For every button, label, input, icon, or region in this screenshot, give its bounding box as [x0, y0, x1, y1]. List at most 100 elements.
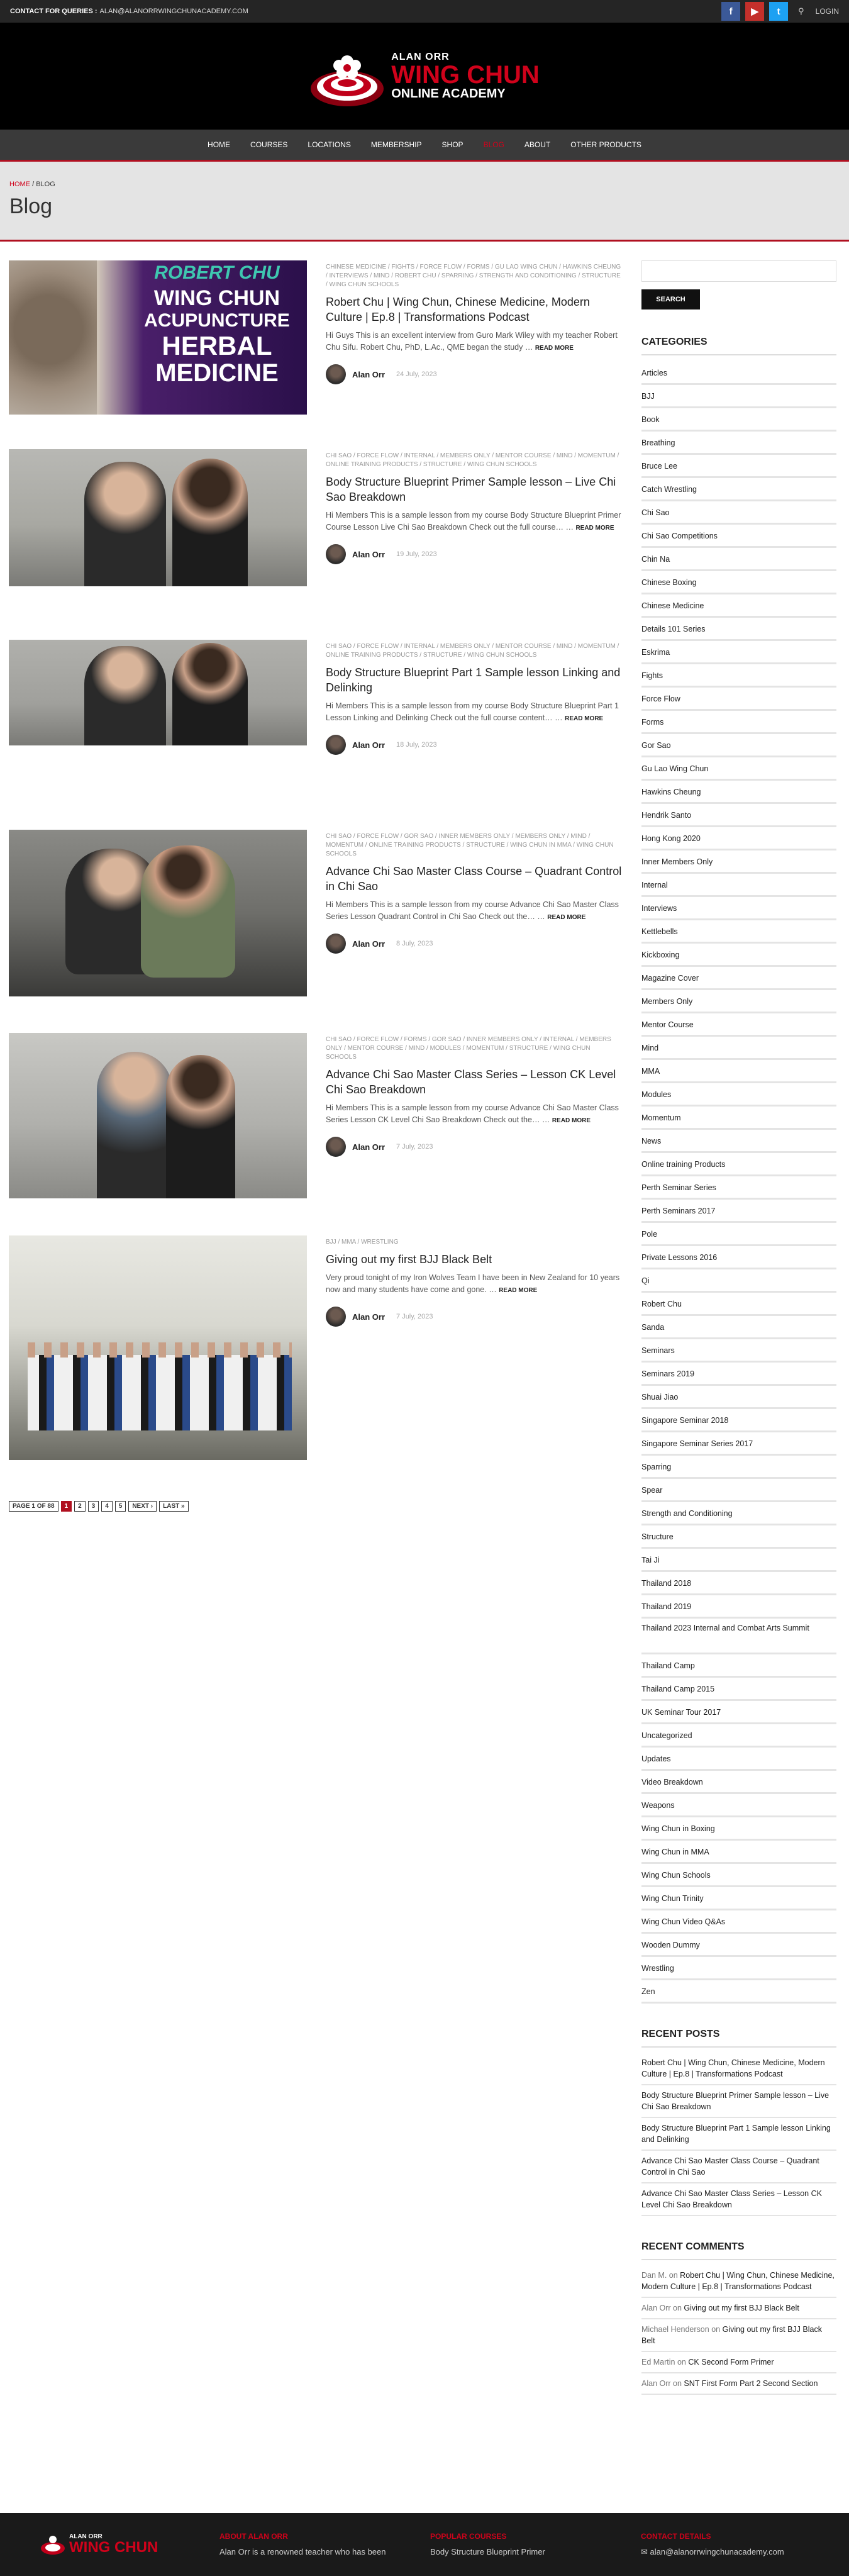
post-title[interactable]: Advance Chi Sao Master Class Series – Le…: [326, 1067, 622, 1097]
recent-post-item[interactable]: Advance Chi Sao Master Class Series – Le…: [641, 2183, 836, 2216]
category-item[interactable]: Seminars: [641, 1339, 836, 1363]
category-item[interactable]: Hendrik Santo: [641, 804, 836, 827]
comment-post-link[interactable]: CK Second Form Primer: [688, 2358, 774, 2367]
post-categories[interactable]: CHI SAO / FORCE FLOW / FORMS / GOR SAO /…: [326, 1035, 622, 1062]
category-item[interactable]: Hong Kong 2020: [641, 827, 836, 850]
category-item[interactable]: Online training Products: [641, 1153, 836, 1176]
category-item[interactable]: Modules: [641, 1083, 836, 1107]
nav-shop[interactable]: SHOP: [442, 140, 463, 149]
page-4-button[interactable]: 4: [101, 1501, 113, 1512]
category-item[interactable]: Wing Chun in MMA: [641, 1841, 836, 1864]
search-icon[interactable]: ⚲: [798, 6, 804, 16]
category-item[interactable]: MMA: [641, 1060, 836, 1083]
site-logo[interactable]: ALAN ORR WING CHUN ONLINE ACADEMY: [309, 42, 540, 111]
post-categories[interactable]: CHI SAO / FORCE FLOW / INTERNAL / MEMBER…: [326, 452, 622, 469]
read-more-link[interactable]: READ MORE: [547, 914, 585, 921]
category-item[interactable]: Kickboxing: [641, 944, 836, 967]
category-item[interactable]: Thailand 2019: [641, 1595, 836, 1619]
category-item[interactable]: Strength and Conditioning: [641, 1502, 836, 1525]
author-name[interactable]: Alan Orr: [352, 939, 385, 949]
category-item[interactable]: Thailand 2018: [641, 1572, 836, 1595]
category-item[interactable]: Chinese Boxing: [641, 571, 836, 594]
category-item[interactable]: Chin Na: [641, 548, 836, 571]
post-categories[interactable]: BJJ / MMA / WRESTLING: [326, 1238, 622, 1247]
category-item[interactable]: Book: [641, 408, 836, 432]
category-item[interactable]: Thailand Camp 2015: [641, 1678, 836, 1701]
category-item[interactable]: Uncategorized: [641, 1724, 836, 1748]
next-page-button[interactable]: NEXT ›: [128, 1501, 157, 1512]
category-item[interactable]: Force Flow: [641, 688, 836, 711]
page-5-button[interactable]: 5: [114, 1501, 126, 1512]
read-more-link[interactable]: READ MORE: [575, 525, 614, 532]
category-item[interactable]: Robert Chu: [641, 1293, 836, 1316]
post-thumbnail[interactable]: [9, 449, 307, 586]
category-item[interactable]: Weapons: [641, 1794, 836, 1817]
nav-home[interactable]: HOME: [208, 140, 230, 149]
comment-post-link[interactable]: Giving out my first BJJ Black Belt: [684, 2304, 799, 2312]
page-2-button[interactable]: 2: [74, 1501, 86, 1512]
read-more-link[interactable]: READ MORE: [565, 715, 603, 722]
category-item[interactable]: Wing Chun in Boxing: [641, 1817, 836, 1841]
category-item[interactable]: Tai Ji: [641, 1549, 836, 1572]
category-item[interactable]: Articles: [641, 362, 836, 385]
post-title[interactable]: Robert Chu | Wing Chun, Chinese Medicine…: [326, 294, 622, 325]
category-item[interactable]: Interviews: [641, 897, 836, 920]
footer-logo[interactable]: ALAN ORR WING CHUN: [9, 2532, 219, 2576]
category-item[interactable]: Gu Lao Wing Chun: [641, 757, 836, 781]
author-name[interactable]: Alan Orr: [352, 1312, 385, 1322]
category-item[interactable]: Magazine Cover: [641, 967, 836, 990]
category-item[interactable]: Sanda: [641, 1316, 836, 1339]
category-item[interactable]: Sparring: [641, 1456, 836, 1479]
post-thumbnail[interactable]: [9, 1235, 307, 1460]
author-name[interactable]: Alan Orr: [352, 740, 385, 750]
category-item[interactable]: Wing Chun Schools: [641, 1864, 836, 1887]
category-item[interactable]: Seminars 2019: [641, 1363, 836, 1386]
category-item[interactable]: Video Breakdown: [641, 1771, 836, 1794]
category-item[interactable]: Updates: [641, 1748, 836, 1771]
nav-membership[interactable]: MEMBERSHIP: [371, 140, 422, 149]
post-thumbnail[interactable]: [9, 1033, 307, 1198]
category-item[interactable]: Thailand 2023 Internal and Combat Arts S…: [641, 1619, 836, 1654]
breadcrumb-home[interactable]: HOME: [9, 181, 30, 188]
category-item[interactable]: Wing Chun Trinity: [641, 1887, 836, 1910]
category-item[interactable]: Shuai Jiao: [641, 1386, 836, 1409]
read-more-link[interactable]: READ MORE: [552, 1117, 591, 1124]
category-item[interactable]: Forms: [641, 711, 836, 734]
footer-popular-item[interactable]: Body Structure Blueprint Primer: [430, 2547, 641, 2556]
category-item[interactable]: Mind: [641, 1037, 836, 1060]
last-page-button[interactable]: LAST »: [159, 1501, 189, 1512]
page-1-button[interactable]: 1: [60, 1501, 72, 1512]
category-item[interactable]: Structure: [641, 1525, 836, 1549]
category-item[interactable]: BJJ: [641, 385, 836, 408]
comment-post-link[interactable]: SNT First Form Part 2 Second Section: [684, 2379, 818, 2388]
twitter-icon[interactable]: t: [769, 2, 789, 21]
category-item[interactable]: Chi Sao: [641, 501, 836, 525]
nav-courses[interactable]: COURSES: [250, 140, 287, 149]
category-item[interactable]: News: [641, 1130, 836, 1153]
category-item[interactable]: Momentum: [641, 1107, 836, 1130]
contact-email[interactable]: ALAN@ALANORRWINGCHUNACADEMY.COM: [100, 8, 248, 15]
post-categories[interactable]: CHI SAO / FORCE FLOW / INTERNAL / MEMBER…: [326, 642, 622, 660]
nav-about[interactable]: ABOUT: [524, 140, 550, 149]
post-thumbnail[interactable]: [9, 640, 307, 745]
category-item[interactable]: Zen: [641, 1980, 836, 2004]
author-name[interactable]: Alan Orr: [352, 550, 385, 559]
recent-post-item[interactable]: Robert Chu | Wing Chun, Chinese Medicine…: [641, 2053, 836, 2085]
author-name[interactable]: Alan Orr: [352, 370, 385, 379]
post-title[interactable]: Body Structure Blueprint Part 1 Sample l…: [326, 665, 622, 695]
sidebar-search-input[interactable]: [641, 260, 836, 282]
category-item[interactable]: Members Only: [641, 990, 836, 1013]
recent-post-item[interactable]: Body Structure Blueprint Part 1 Sample l…: [641, 2118, 836, 2151]
category-item[interactable]: Fights: [641, 664, 836, 688]
category-item[interactable]: Chi Sao Competitions: [641, 525, 836, 548]
category-item[interactable]: Eskrima: [641, 641, 836, 664]
category-item[interactable]: Pole: [641, 1223, 836, 1246]
category-item[interactable]: Perth Seminar Series: [641, 1176, 836, 1200]
category-item[interactable]: Inner Members Only: [641, 850, 836, 874]
post-thumbnail[interactable]: ROBERT CHU WING CHUN ACUPUNCTURE HERBAL …: [9, 260, 307, 415]
category-item[interactable]: Wooden Dummy: [641, 1934, 836, 1957]
login-link[interactable]: LOGIN: [816, 7, 839, 16]
category-item[interactable]: Bruce Lee: [641, 455, 836, 478]
category-item[interactable]: Mentor Course: [641, 1013, 836, 1037]
post-categories[interactable]: CHI SAO / FORCE FLOW / GOR SAO / INNER M…: [326, 832, 622, 859]
